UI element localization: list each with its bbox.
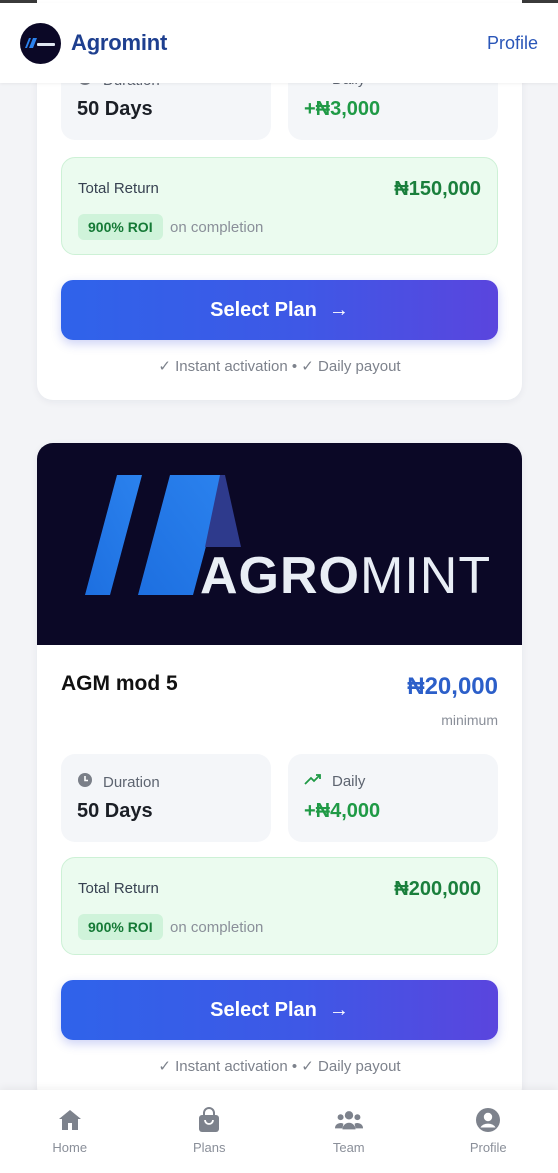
daily-value: +₦3,000 xyxy=(304,98,381,120)
clock-icon xyxy=(77,772,93,792)
agromint-logo: AGROMINT xyxy=(85,475,491,605)
duration-value: 50 Days xyxy=(77,98,153,120)
home-icon xyxy=(56,1106,84,1134)
svg-text:AGROMINT: AGROMINT xyxy=(200,547,491,605)
nav-item-profile[interactable]: Profile xyxy=(419,1090,558,1173)
duration-value: 50 Days xyxy=(77,800,153,822)
plan-footnote: ✓ Instant activation • ✓ Daily payout xyxy=(158,358,401,375)
daily-value: +₦4,000 xyxy=(304,800,381,822)
total-return-label: Total Return xyxy=(78,880,159,897)
plan-banner-image: AGROMINT xyxy=(37,443,522,645)
select-plan-button[interactable]: Select Plan → xyxy=(61,280,498,340)
roi-note: on completion xyxy=(170,219,264,236)
nav-label-profile: Profile xyxy=(469,1140,507,1155)
total-return-value: ₦150,000 xyxy=(394,178,481,200)
plan-price: ₦20,000 xyxy=(407,673,498,700)
total-return-value: ₦200,000 xyxy=(394,878,481,900)
total-return-label: Total Return xyxy=(78,180,159,197)
shopping-bag-icon xyxy=(195,1106,223,1134)
arrow-right-icon: → xyxy=(328,298,349,321)
nav-label-plans: Plans xyxy=(192,1140,226,1155)
team-icon xyxy=(334,1106,363,1134)
plan-title: AGM mod 5 xyxy=(61,672,178,695)
plan-card-agm-mod-5: AGROMINT AGM mod 5 ₦20,000 minimum Durat… xyxy=(37,443,522,1103)
nav-item-team[interactable]: Team xyxy=(279,1090,419,1173)
nav-item-plans[interactable]: Plans xyxy=(140,1090,280,1173)
roi-note: on completion xyxy=(170,919,264,936)
brand[interactable]: Agromint xyxy=(20,22,168,64)
trending-up-icon xyxy=(304,772,322,790)
arrow-right-icon: → xyxy=(328,998,349,1021)
daily-label: Daily xyxy=(332,772,366,790)
plan-price-note: minimum xyxy=(441,712,498,728)
total-return-box: Total Return ₦150,000 900% ROI on comple… xyxy=(61,157,498,255)
daily-stat: Daily +₦4,000 xyxy=(288,754,498,842)
roi-badge: 900% ROI xyxy=(78,914,163,940)
select-plan-label: Select Plan xyxy=(210,298,317,321)
header-profile-link[interactable]: Profile xyxy=(487,33,538,54)
duration-label: Duration xyxy=(103,773,160,791)
select-plan-button[interactable]: Select Plan → xyxy=(61,980,498,1040)
select-plan-label: Select Plan xyxy=(210,998,317,1021)
nav-label-team: Team xyxy=(332,1140,365,1155)
plan-footnote: ✓ Instant activation • ✓ Daily payout xyxy=(158,1058,401,1075)
user-icon xyxy=(474,1106,502,1134)
brand-logo xyxy=(20,22,61,64)
roi-badge: 900% ROI xyxy=(78,214,163,240)
total-return-box: Total Return ₦200,000 900% ROI on comple… xyxy=(61,857,498,955)
logo-text-agro: AGRO xyxy=(200,547,360,605)
plans-scroll-area[interactable]: Duration 50 Days Daily +₦3,000 Total Ret… xyxy=(0,0,558,1173)
brand-name: Agromint xyxy=(71,30,168,55)
bottom-nav: Home Plans Team Profile xyxy=(0,1090,558,1173)
app-header: Agromint Profile xyxy=(0,3,558,83)
logo-text-mint: MINT xyxy=(360,547,491,605)
duration-stat: Duration 50 Days xyxy=(61,754,271,842)
nav-label-home: Home xyxy=(52,1140,88,1155)
nav-item-home[interactable]: Home xyxy=(0,1090,140,1173)
